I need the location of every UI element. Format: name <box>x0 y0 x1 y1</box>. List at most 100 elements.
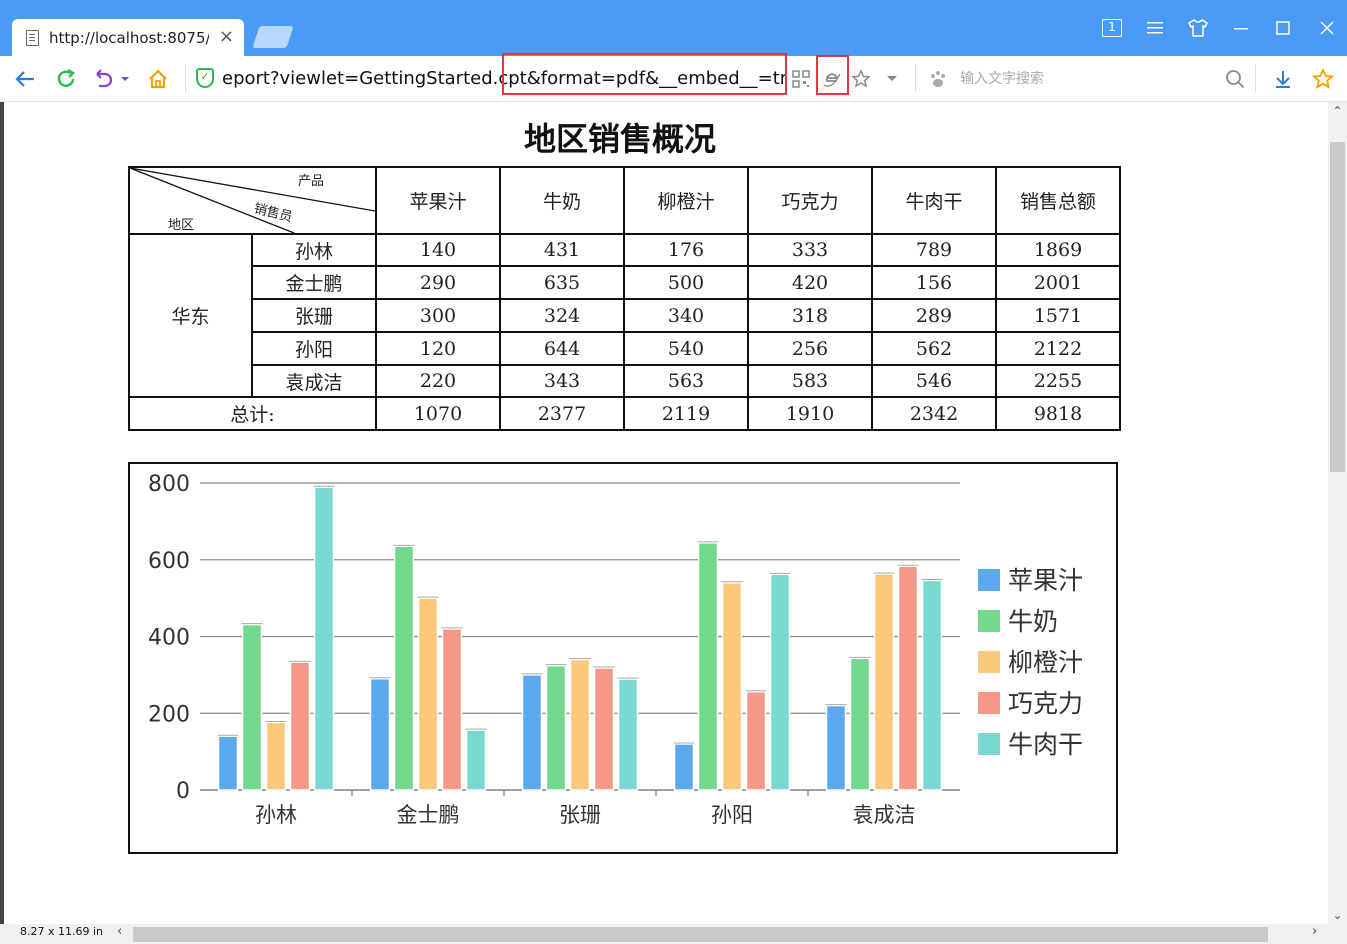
y-tick-label: 200 <box>148 702 190 727</box>
bar <box>825 704 847 791</box>
toolbar-separator <box>185 64 186 92</box>
bar <box>441 628 463 791</box>
value-cell: 333 <box>747 233 873 267</box>
value-cell: 156 <box>871 265 997 300</box>
sales-chart-frame: 0 200 400 600 800 孙林 金士鹏 张珊 孙阳 袁成洁 苹果汁 牛奶 柳橙汁 巧克力 牛肉干 <box>128 462 1118 854</box>
value-cell: 563 <box>623 364 749 398</box>
value-cell: 635 <box>499 265 625 300</box>
value-cell: 300 <box>375 298 501 333</box>
toolbar-separator <box>915 64 916 92</box>
value-cell: 2001 <box>995 265 1121 300</box>
table-row: 华东 孙林 140 431 176 333 789 1869 <box>128 233 1121 398</box>
corner-region-label: 地区 <box>168 218 195 233</box>
value-cell: 644 <box>499 331 625 366</box>
search-input[interactable]: 输入文字搜索 <box>960 68 1044 88</box>
legend-swatch <box>978 692 1000 714</box>
value-cell: 140 <box>375 233 501 267</box>
bookmark-star-icon[interactable] <box>1311 66 1335 92</box>
value-cell: 289 <box>871 298 997 333</box>
total-label-cell: 总计: <box>128 396 377 431</box>
header-cell: 销售总额 <box>995 166 1121 235</box>
value-cell: 2255 <box>995 364 1121 398</box>
home-icon[interactable] <box>145 66 171 92</box>
bar <box>697 542 719 791</box>
qr-code-icon[interactable] <box>790 66 812 92</box>
bar <box>265 721 287 791</box>
new-tab-button[interactable] <box>252 26 294 48</box>
maximize-icon[interactable] <box>1271 16 1295 40</box>
search-icon[interactable] <box>1224 66 1246 92</box>
bar <box>849 657 871 791</box>
value-cell: 2122 <box>995 331 1121 366</box>
value-cell: 343 <box>499 364 625 398</box>
bar <box>569 658 591 791</box>
value-cell: 176 <box>623 233 749 267</box>
value-cell: 583 <box>747 364 873 398</box>
tab-close-icon[interactable]: × <box>219 26 234 47</box>
legend-swatch <box>978 569 1000 591</box>
sales-table: 产品 销售员 地区 苹果汁 牛奶 柳橙汁 巧克力 牛肉干 销售总额 华东 孙林 … <box>128 166 1121 431</box>
legend-label: 牛肉干 <box>1008 730 1083 759</box>
salesperson-cell: 张珊 <box>251 298 377 333</box>
value-cell: 431 <box>499 233 625 267</box>
bar <box>545 664 567 791</box>
security-shield-icon[interactable]: ✓ <box>196 68 214 88</box>
value-cell: 1571 <box>995 298 1121 333</box>
download-icon[interactable] <box>1272 66 1294 92</box>
value-cell: 318 <box>747 298 873 333</box>
value-cell: 789 <box>871 233 997 267</box>
value-cell: 540 <box>623 331 749 366</box>
skin-icon[interactable] <box>1186 16 1210 40</box>
table-row: 孙阳 120 644 540 256 562 2122 <box>129 331 1121 366</box>
y-tick-label: 400 <box>148 626 190 651</box>
total-cell: 1910 <box>747 396 873 431</box>
table-row: 金士鹏 290 635 500 420 156 2001 <box>129 265 1121 300</box>
window-index-button[interactable]: 1 <box>1100 16 1124 40</box>
x-tick-label: 孙阳 <box>711 803 753 827</box>
corner-header-cell: 产品 销售员 地区 <box>128 166 377 235</box>
region-cell: 华东 <box>128 233 253 398</box>
bar <box>289 661 311 791</box>
bar <box>617 678 639 791</box>
minimize-icon[interactable] <box>1229 16 1253 40</box>
baidu-paw-icon[interactable] <box>927 66 949 92</box>
vertical-scrollbar[interactable]: ⌃ ⌄ <box>1328 102 1347 924</box>
ie-mode-highlight-box <box>816 55 849 95</box>
report-title: 地区销售概况 <box>523 120 716 158</box>
salesperson-cell: 袁成洁 <box>251 364 377 398</box>
y-tick-label: 0 <box>176 779 190 804</box>
vertical-scroll-thumb[interactable] <box>1330 142 1345 472</box>
x-tick-label: 金士鹏 <box>397 803 460 827</box>
menu-icon[interactable] <box>1143 16 1167 40</box>
header-cell: 牛肉干 <box>871 166 997 235</box>
refresh-icon[interactable] <box>53 66 79 92</box>
y-tick-label: 600 <box>148 549 190 574</box>
close-window-icon[interactable] <box>1315 16 1339 40</box>
value-cell: 1869 <box>995 233 1121 267</box>
bar <box>369 677 391 791</box>
bar <box>745 691 767 791</box>
scroll-up-icon[interactable]: ⌃ <box>1328 104 1347 118</box>
scroll-down-icon[interactable]: ⌄ <box>1328 908 1347 922</box>
bar <box>521 674 543 791</box>
bar <box>241 623 263 791</box>
value-cell: 500 <box>623 265 749 300</box>
back-icon[interactable] <box>12 66 38 92</box>
header-cell: 牛奶 <box>499 166 625 235</box>
document-icon <box>26 29 39 46</box>
scroll-right-icon[interactable]: › <box>1312 924 1317 939</box>
horizontal-scroll-thumb[interactable] <box>133 927 1268 942</box>
scroll-left-icon[interactable]: ‹ <box>117 924 122 939</box>
page-size-label: 8.27 x 11.69 in <box>20 925 104 938</box>
value-cell: 220 <box>375 364 501 398</box>
browser-tab[interactable]: http://localhost:8075/ × <box>12 19 244 56</box>
salesperson-cell: 孙阳 <box>251 331 377 366</box>
undo-close-icon[interactable] <box>92 66 132 92</box>
bar <box>417 597 439 791</box>
favorite-star-icon[interactable] <box>850 66 872 92</box>
bar <box>465 729 487 791</box>
bar <box>673 743 695 791</box>
favorite-dropdown-icon[interactable] <box>884 66 900 92</box>
bar <box>873 573 895 791</box>
legend-label: 牛奶 <box>1008 607 1058 636</box>
